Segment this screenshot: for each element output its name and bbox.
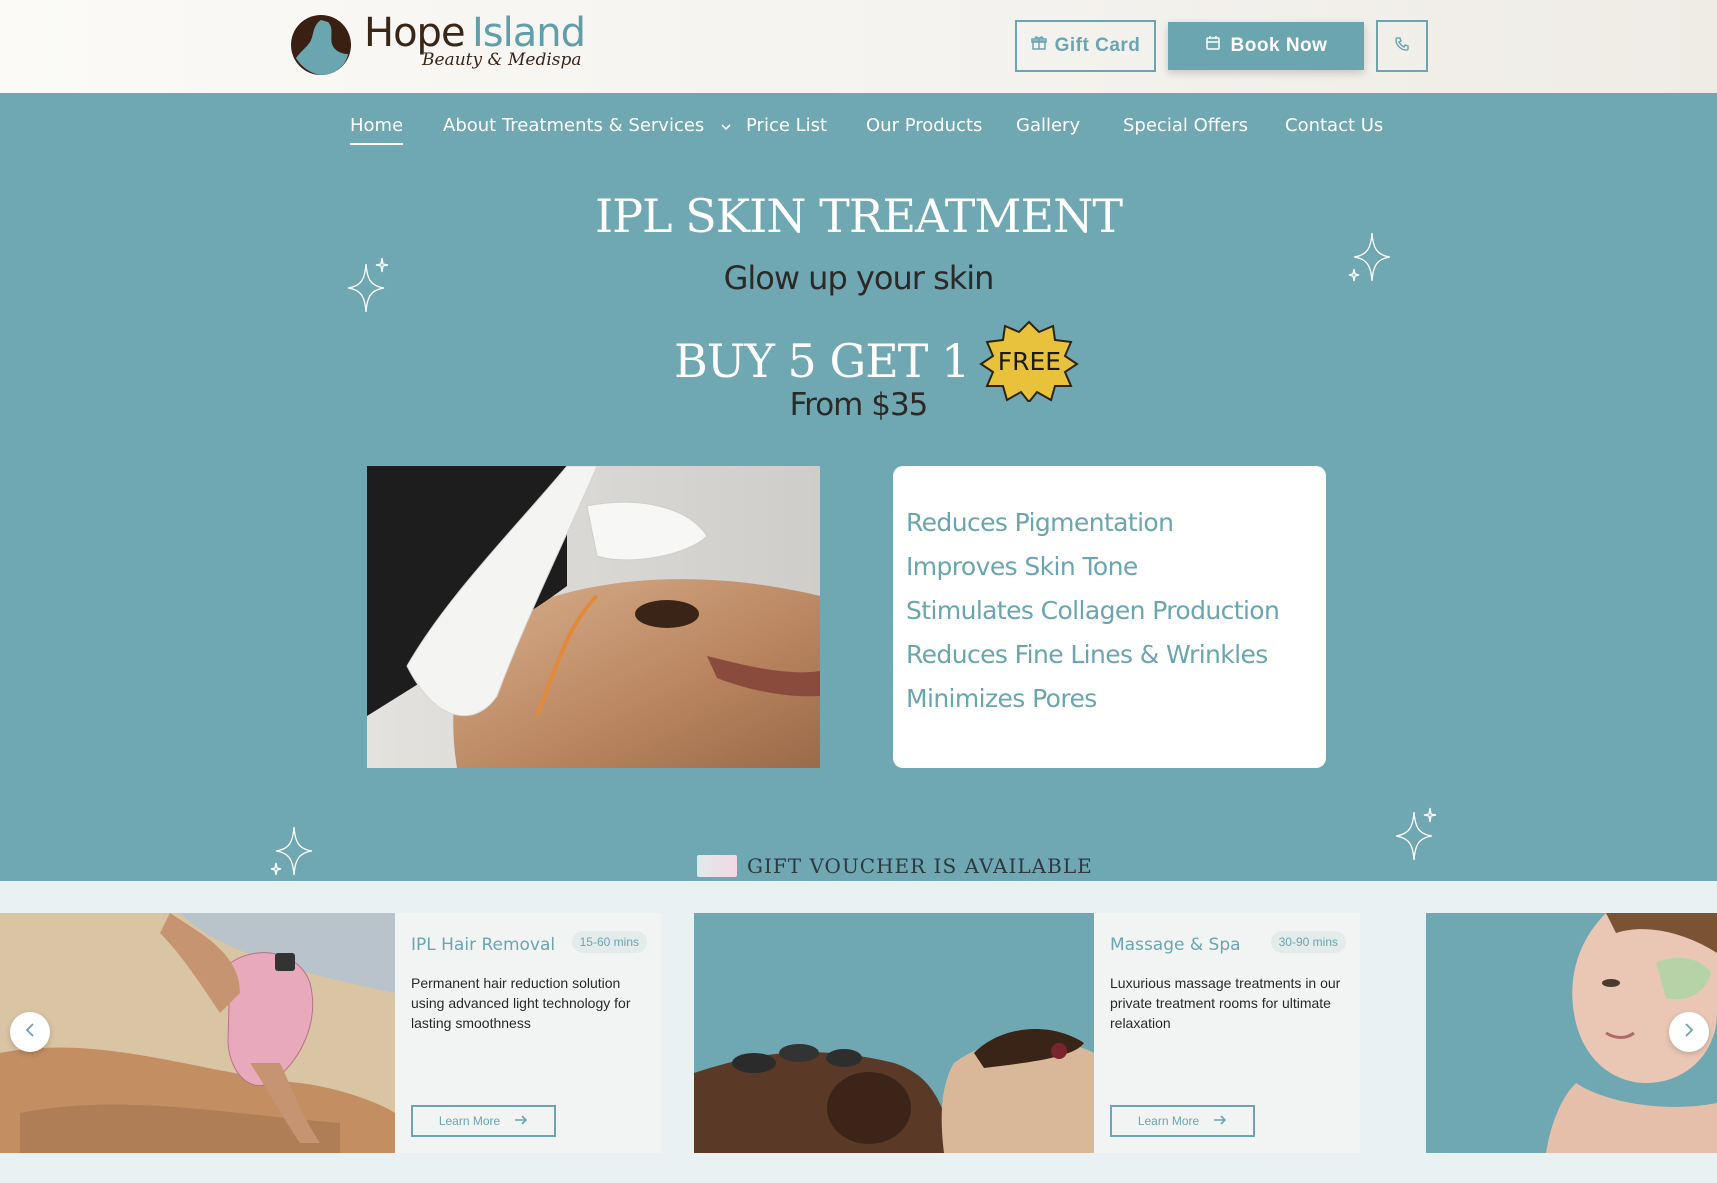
sparkle-icon (1346, 229, 1394, 294)
nav-home[interactable]: Home (350, 115, 404, 145)
duration-badge: 30-90 mins (1270, 931, 1346, 953)
carousel-prev-button[interactable] (10, 1012, 50, 1052)
benefit-item: Reduces Fine Lines & Wrinkles (906, 640, 1268, 669)
benefit-item: Minimizes Pores (906, 684, 1097, 713)
phone-button[interactable] (1376, 20, 1428, 72)
nav-contact-us[interactable]: Contact Us (1285, 115, 1383, 136)
benefit-item: Reduces Pigmentation (906, 508, 1174, 537)
gift-icon (1030, 35, 1047, 57)
carousel-next-button[interactable] (1669, 1012, 1709, 1052)
learn-more-button[interactable]: Learn More (411, 1105, 556, 1137)
ipl-treatment-photo (367, 466, 820, 768)
benefit-item: Improves Skin Tone (906, 552, 1138, 581)
services-carousel: IPL Hair Removal 15-60 mins Permanent ha… (0, 881, 1717, 1183)
brand-tagline: Beauty & Medispa (422, 50, 582, 70)
brand-logo[interactable]: Hope Island Beauty & Medispa (290, 10, 594, 78)
learn-more-button[interactable]: Learn More (1110, 1105, 1255, 1137)
hero-title: IPL SKIN TREATMENT (594, 189, 1123, 243)
benefits-card: Reduces Pigmentation Improves Skin Tone … (893, 466, 1326, 768)
sparkle-icon (340, 256, 392, 321)
ipl-hair-removal-photo (0, 913, 395, 1153)
nav-about-treatments-label: About Treatments & Services (443, 115, 705, 136)
sparkle-icon (1388, 806, 1440, 871)
nav-gallery[interactable]: Gallery (1016, 115, 1080, 136)
nav-price-list[interactable]: Price List (746, 115, 827, 136)
nav-special-offers[interactable]: Special Offers (1123, 115, 1248, 136)
logo-mark-icon (290, 14, 352, 76)
gift-voucher-text: GIFT VOUCHER IS AVAILABLE (747, 854, 1093, 878)
service-card-body: IPL Hair Removal 15-60 mins Permanent ha… (395, 913, 661, 1153)
arrow-right-icon (514, 1114, 528, 1129)
gift-voucher-notice[interactable]: GIFT VOUCHER IS AVAILABLE (697, 854, 1093, 878)
main-navigation: Home About Treatments & Services Price L… (0, 93, 1717, 161)
service-description: Luxurious massage treatments in our priv… (1110, 975, 1341, 1031)
chevron-down-icon (720, 115, 732, 136)
nav-our-products[interactable]: Our Products (866, 115, 982, 136)
gift-card-button[interactable]: Gift Card (1015, 20, 1156, 72)
service-title: IPL Hair Removal (411, 935, 556, 955)
chevron-left-icon (24, 1022, 36, 1043)
benefit-item: Stimulates Collagen Production (906, 596, 1280, 625)
brand-wordmark: Hope Island Beauty & Medispa (364, 10, 594, 78)
book-now-label: Book Now (1230, 35, 1328, 56)
voucher-card-icon (697, 855, 737, 877)
chevron-right-icon (1683, 1022, 1695, 1043)
learn-more-label: Learn More (438, 1114, 501, 1128)
offer-text: BUY 5 GET 1 (674, 334, 970, 388)
sparkle-icon (268, 823, 320, 886)
nav-about-treatments[interactable]: About Treatments & Services (443, 115, 732, 136)
service-card: Massage & Spa 30-90 mins Luxurious massa… (694, 913, 1360, 1153)
site-header: Hope Island Beauty & Medispa Gift Card B… (0, 0, 1717, 93)
service-card: IPL Hair Removal 15-60 mins Permanent ha… (0, 913, 661, 1153)
service-description: Permanent hair reduction solution using … (411, 975, 631, 1031)
learn-more-label: Learn More (1137, 1114, 1200, 1128)
arrow-right-icon (1213, 1114, 1227, 1129)
duration-badge: 15-60 mins (571, 931, 647, 953)
service-card-body: Massage & Spa 30-90 mins Luxurious massa… (1094, 913, 1360, 1153)
service-title: Massage & Spa (1110, 935, 1241, 955)
hero-price: From $35 (789, 387, 929, 423)
hero-subtitle: Glow up your skin (723, 259, 995, 297)
calendar-icon (1205, 35, 1221, 57)
hero-banner: IPL SKIN TREATMENT Glow up your skin BUY… (0, 161, 1717, 881)
phone-icon (1394, 36, 1410, 57)
gift-card-label: Gift Card (1054, 35, 1141, 56)
book-now-button[interactable]: Book Now (1168, 22, 1364, 70)
massage-spa-photo (694, 913, 1094, 1153)
